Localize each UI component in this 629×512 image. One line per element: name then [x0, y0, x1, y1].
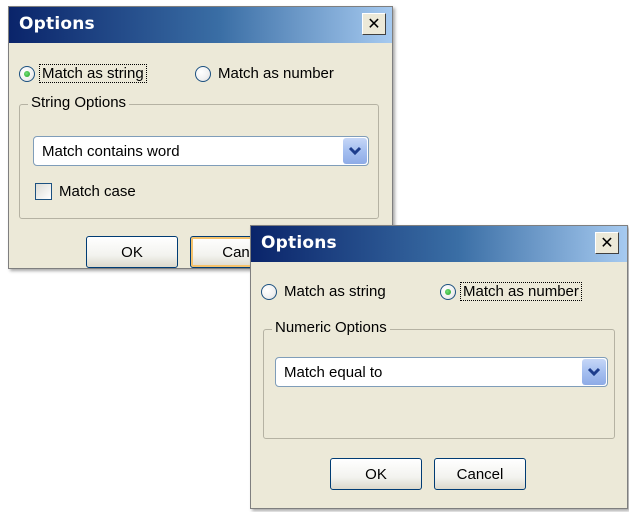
checkbox-label: Match case: [59, 183, 136, 200]
match-case-checkbox-row[interactable]: Match case: [35, 183, 136, 200]
radio-match-as-string[interactable]: Match as string: [261, 283, 388, 300]
close-icon: ✕: [367, 14, 381, 33]
radio-match-as-string[interactable]: Match as string: [19, 64, 147, 83]
dropdown-button[interactable]: [343, 138, 367, 164]
match-case-checkbox[interactable]: [35, 183, 52, 200]
cancel-label: Cancel: [456, 465, 504, 483]
radio-button-selected[interactable]: [440, 283, 456, 300]
radio-button-selected[interactable]: [19, 65, 35, 82]
dialog-title: Options: [261, 233, 337, 253]
ok-button[interactable]: OK: [86, 236, 178, 268]
dropdown-value: Match contains word: [42, 143, 180, 160]
cancel-button[interactable]: Cancel: [434, 458, 526, 490]
group-label: Numeric Options: [272, 319, 390, 336]
radio-label-string: Match as string: [284, 283, 386, 300]
radio-label-string: Match as string: [39, 64, 147, 83]
close-icon: ✕: [600, 233, 614, 252]
radio-match-as-number[interactable]: Match as number: [195, 65, 336, 82]
ok-button[interactable]: OK: [330, 458, 422, 490]
ok-label: OK: [121, 243, 143, 261]
chevron-down-icon: [587, 367, 601, 377]
match-type-dropdown[interactable]: Match equal to: [275, 357, 608, 387]
title-bar[interactable]: Options ✕: [251, 226, 627, 262]
dialog-title: Options: [19, 14, 95, 34]
ok-label: OK: [365, 465, 387, 483]
options-dialog-number: Options ✕ Match as string Match as numbe…: [250, 225, 628, 509]
radio-match-as-number[interactable]: Match as number: [440, 282, 582, 301]
radio-label-number: Match as number: [460, 282, 582, 301]
radio-button[interactable]: [195, 65, 211, 82]
cancel-label: Can: [222, 243, 250, 261]
chevron-down-icon: [348, 146, 362, 156]
radio-button[interactable]: [261, 283, 277, 300]
group-label: String Options: [28, 94, 130, 111]
close-button[interactable]: ✕: [595, 232, 619, 254]
close-button[interactable]: ✕: [362, 13, 386, 35]
dropdown-value: Match equal to: [284, 364, 383, 381]
title-bar[interactable]: Options ✕: [9, 7, 392, 43]
match-type-dropdown[interactable]: Match contains word: [33, 136, 369, 166]
dropdown-button[interactable]: [582, 359, 606, 385]
radio-label-number: Match as number: [218, 65, 334, 82]
